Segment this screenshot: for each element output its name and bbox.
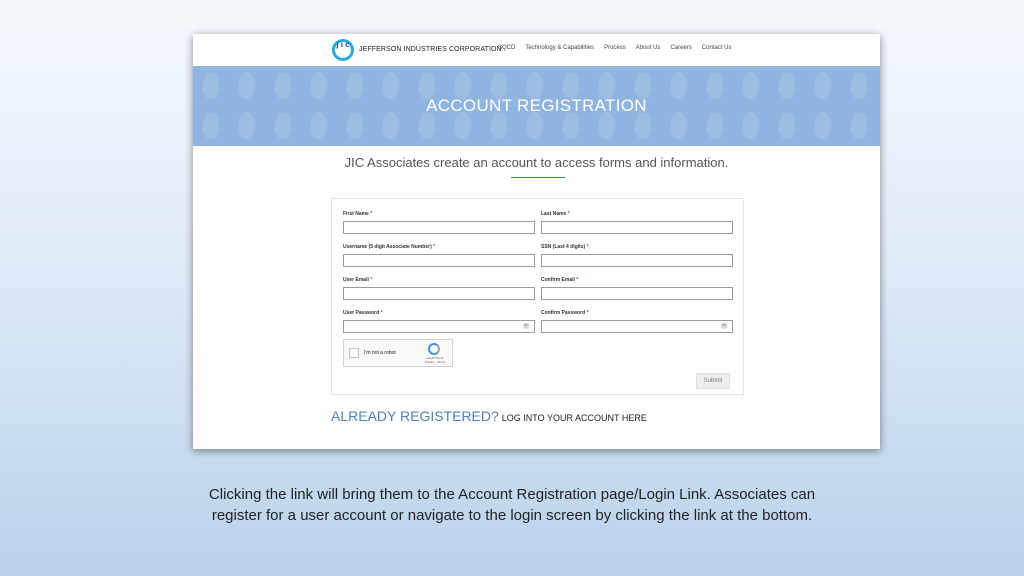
already-registered-text: ALREADY REGISTERED? — [331, 408, 499, 424]
hero-banner: ACCOUNT REGISTRATION — [193, 66, 880, 146]
username-field[interactable] — [343, 254, 535, 267]
last-name-field[interactable] — [541, 221, 733, 234]
intro-text: JIC Associates create an account to acce… — [344, 155, 729, 170]
page-title: ACCOUNT REGISTRATION — [426, 96, 647, 115]
website-screenshot: J I C JEFFERSON INDUSTRIES CORPORATION S… — [193, 34, 880, 449]
login-prompt: ALREADY REGISTERED? LOG INTO YOUR ACCOUNT… — [331, 408, 647, 426]
site-header: J I C JEFFERSON INDUSTRIES CORPORATION S… — [193, 34, 880, 66]
slide-caption: Clicking the link will bring them to the… — [0, 484, 1024, 526]
recaptcha-icon — [428, 343, 440, 355]
nav-about[interactable]: About Us — [636, 45, 661, 51]
recaptcha-widget: I'm not a robot reCAPTCHA Privacy - Term… — [343, 339, 453, 367]
confirm-email-label: Confirm Email * — [541, 277, 579, 283]
last-name-label: Last Name * — [541, 211, 570, 217]
company-name[interactable]: JEFFERSON INDUSTRIES CORPORATION — [359, 46, 502, 53]
nav-technology[interactable]: Technology & Capabilities — [525, 45, 594, 51]
nav-process[interactable]: Process — [604, 45, 626, 51]
registration-form: First Name * Last Name * Username (5 dig… — [331, 198, 744, 395]
captcha-label: I'm not a robot — [364, 350, 396, 356]
submit-button[interactable]: Submit — [696, 373, 730, 389]
logo-letters: J I C — [335, 42, 351, 58]
first-name-label: First Name * — [343, 211, 373, 217]
nav-careers[interactable]: Careers — [670, 45, 691, 51]
ssn-field[interactable] — [541, 254, 733, 267]
confirm-email-field[interactable] — [541, 287, 733, 300]
nav-sqcd[interactable]: SQCD — [498, 45, 515, 51]
show-password-icon[interactable]: 👁 — [522, 323, 530, 330]
show-confirm-password-icon[interactable]: 👁 — [720, 323, 728, 330]
confirm-password-label: Confirm Password * — [541, 310, 589, 316]
password-label: User Password * — [343, 310, 383, 316]
ssn-label: SSN (Last 4 digits) * — [541, 244, 589, 250]
first-name-field[interactable] — [343, 221, 535, 234]
email-label: User Email * — [343, 277, 373, 283]
jic-logo[interactable]: J I C — [332, 39, 354, 61]
caption-line-1: Clicking the link will bring them to the… — [208, 486, 816, 503]
main-nav: SQCD Technology & Capabilities Process A… — [498, 45, 731, 51]
login-link[interactable]: LOG INTO YOUR ACCOUNT HERE — [502, 413, 647, 423]
nav-contact[interactable]: Contact Us — [702, 45, 732, 51]
recaptcha-links[interactable]: Privacy - Terms — [422, 360, 448, 365]
caption-line-2: register for a user account or navigate … — [211, 507, 813, 524]
captcha-checkbox[interactable] — [349, 348, 359, 358]
divider — [511, 177, 565, 178]
confirm-password-field[interactable]: 👁 — [541, 320, 733, 333]
password-field[interactable]: 👁 — [343, 320, 535, 333]
email-field[interactable] — [343, 287, 535, 300]
username-label: Username (5 digit Associate Number) * — [343, 244, 436, 250]
recaptcha-text: reCAPTCHA Privacy - Terms — [422, 356, 448, 365]
